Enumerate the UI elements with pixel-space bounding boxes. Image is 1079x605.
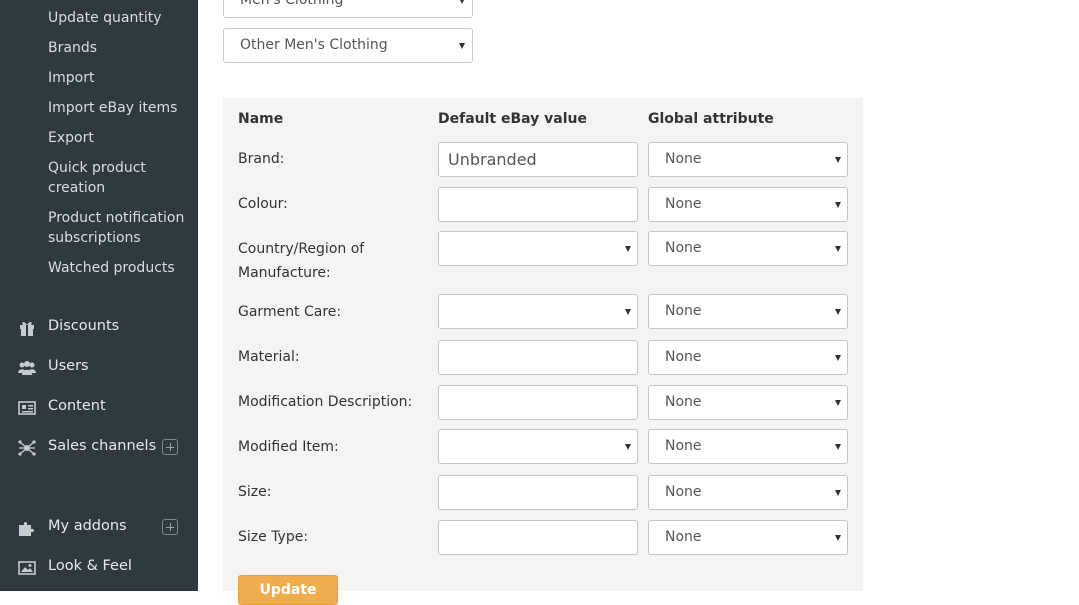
sidebar-item-my-addons[interactable]: My addons: [0, 516, 198, 540]
chevron-down-icon: [835, 444, 841, 450]
attribute-label-garment-care: Garment Care:: [238, 304, 342, 320]
sidebar-item-label: subscriptions: [48, 230, 141, 246]
sidebar-item-label: Product notification: [48, 210, 185, 226]
colour-global-select[interactable]: None: [648, 187, 848, 222]
puzzle-icon: [18, 520, 36, 536]
label-line: Country/Region of: [238, 241, 365, 257]
material-global-select[interactable]: None: [648, 340, 848, 375]
chevron-down-icon: [835, 202, 841, 208]
users-icon: [18, 360, 36, 376]
image-icon: [18, 560, 36, 576]
sidebar-item-label: Look & Feel: [48, 558, 132, 574]
sidebar-item-discounts[interactable]: Discounts: [0, 316, 198, 340]
sidebar-item-label: creation: [48, 180, 106, 196]
sidebar: Update quantity Brands Import Import eBa…: [0, 0, 198, 591]
expand-plus-icon[interactable]: [162, 519, 178, 535]
select-value: None: [665, 349, 702, 365]
ebay-subcategory-select[interactable]: Other Men's Clothing: [223, 28, 473, 63]
update-button[interactable]: Update: [238, 575, 338, 605]
sidebar-item-product-notification-subscriptions[interactable]: Product notification subscriptions: [48, 208, 184, 248]
select-value: Other Men's Clothing: [240, 37, 388, 53]
modified-item-global-select[interactable]: None: [648, 429, 848, 464]
sidebar-item-watched-products[interactable]: Watched products: [48, 258, 175, 278]
sidebar-item-label: Quick product: [48, 160, 146, 176]
column-header-default-value: Default eBay value: [438, 111, 588, 127]
sidebar-item-label: Sales channels: [48, 438, 157, 454]
colour-default-input[interactable]: [438, 187, 638, 222]
sidebar-item-label: Users: [48, 358, 89, 374]
attribute-label-country-region: Country/Region of Manufacture:: [238, 237, 364, 285]
attribute-label-size: Size:: [238, 484, 272, 500]
column-header-global-attribute: Global attribute: [648, 111, 774, 127]
chevron-down-icon: [625, 444, 631, 450]
ebay-attributes-panel: Name Default eBay value Global attribute…: [223, 98, 863, 605]
chevron-down-icon: [625, 309, 631, 315]
country-region-default-select[interactable]: [438, 231, 638, 266]
expand-plus-icon[interactable]: [162, 439, 178, 455]
chevron-down-icon: [835, 355, 841, 361]
input-value: Unbranded: [448, 150, 537, 169]
attribute-label-size-type: Size Type:: [238, 529, 309, 545]
chevron-down-icon: [835, 157, 841, 163]
network-icon: [18, 440, 36, 456]
attribute-label-modification-description: Modification Description:: [238, 394, 413, 410]
sidebar-item-import[interactable]: Import: [48, 68, 94, 88]
sidebar-item-import-ebay-items[interactable]: Import eBay items: [48, 98, 177, 118]
column-header-name: Name: [238, 111, 284, 127]
gift-icon: [18, 320, 36, 336]
attribute-label-material: Material:: [238, 349, 300, 365]
garment-care-default-select[interactable]: [438, 294, 638, 329]
select-value: None: [665, 196, 702, 212]
sidebar-item-users[interactable]: Users: [0, 356, 198, 380]
chevron-down-icon: [459, 43, 465, 49]
size-global-select[interactable]: None: [648, 475, 848, 510]
size-type-global-select[interactable]: None: [648, 520, 848, 555]
garment-care-global-select[interactable]: None: [648, 294, 848, 329]
modified-item-default-select[interactable]: [438, 429, 638, 464]
ebay-category-select[interactable]: Men's Clothing: [223, 0, 473, 18]
modification-description-global-select[interactable]: None: [648, 385, 848, 420]
sidebar-item-label: My addons: [48, 518, 127, 534]
sidebar-item-look-and-feel[interactable]: Look & Feel: [0, 556, 198, 580]
country-region-global-select[interactable]: None: [648, 231, 848, 266]
chevron-down-icon: [835, 400, 841, 406]
select-value: None: [665, 484, 702, 500]
select-value: Men's Clothing: [240, 0, 344, 8]
attribute-label-modified-item: Modified Item:: [238, 439, 339, 455]
modification-description-default-input[interactable]: [438, 385, 638, 420]
select-value: None: [665, 303, 702, 319]
sidebar-item-label: Content: [48, 398, 106, 414]
attribute-label-colour: Colour:: [238, 196, 288, 212]
label-line: Manufacture:: [238, 265, 331, 281]
select-value: None: [665, 438, 702, 454]
select-value: None: [665, 151, 702, 167]
size-default-input[interactable]: [438, 475, 638, 510]
select-value: None: [665, 240, 702, 256]
select-value: None: [665, 529, 702, 545]
sidebar-item-export[interactable]: Export: [48, 128, 94, 148]
brand-default-input[interactable]: Unbranded: [438, 142, 638, 177]
sidebar-item-sales-channels[interactable]: Sales channels: [0, 436, 198, 460]
newspaper-icon: [18, 400, 36, 416]
chevron-down-icon: [459, 0, 465, 4]
sidebar-item-label: Discounts: [48, 318, 120, 334]
attribute-label-brand: Brand:: [238, 151, 285, 167]
sidebar-item-content[interactable]: Content: [0, 396, 198, 420]
chevron-down-icon: [835, 246, 841, 252]
material-default-input[interactable]: [438, 340, 638, 375]
chevron-down-icon: [625, 246, 631, 252]
sidebar-item-quick-product-creation[interactable]: Quick product creation: [48, 158, 146, 198]
select-value: None: [665, 394, 702, 410]
chevron-down-icon: [835, 309, 841, 315]
chevron-down-icon: [835, 490, 841, 496]
chevron-down-icon: [835, 535, 841, 541]
brand-global-select[interactable]: None: [648, 142, 848, 177]
sidebar-item-brands[interactable]: Brands: [48, 38, 97, 58]
size-type-default-input[interactable]: [438, 520, 638, 555]
sidebar-item-update-quantity[interactable]: Update quantity: [48, 8, 162, 28]
